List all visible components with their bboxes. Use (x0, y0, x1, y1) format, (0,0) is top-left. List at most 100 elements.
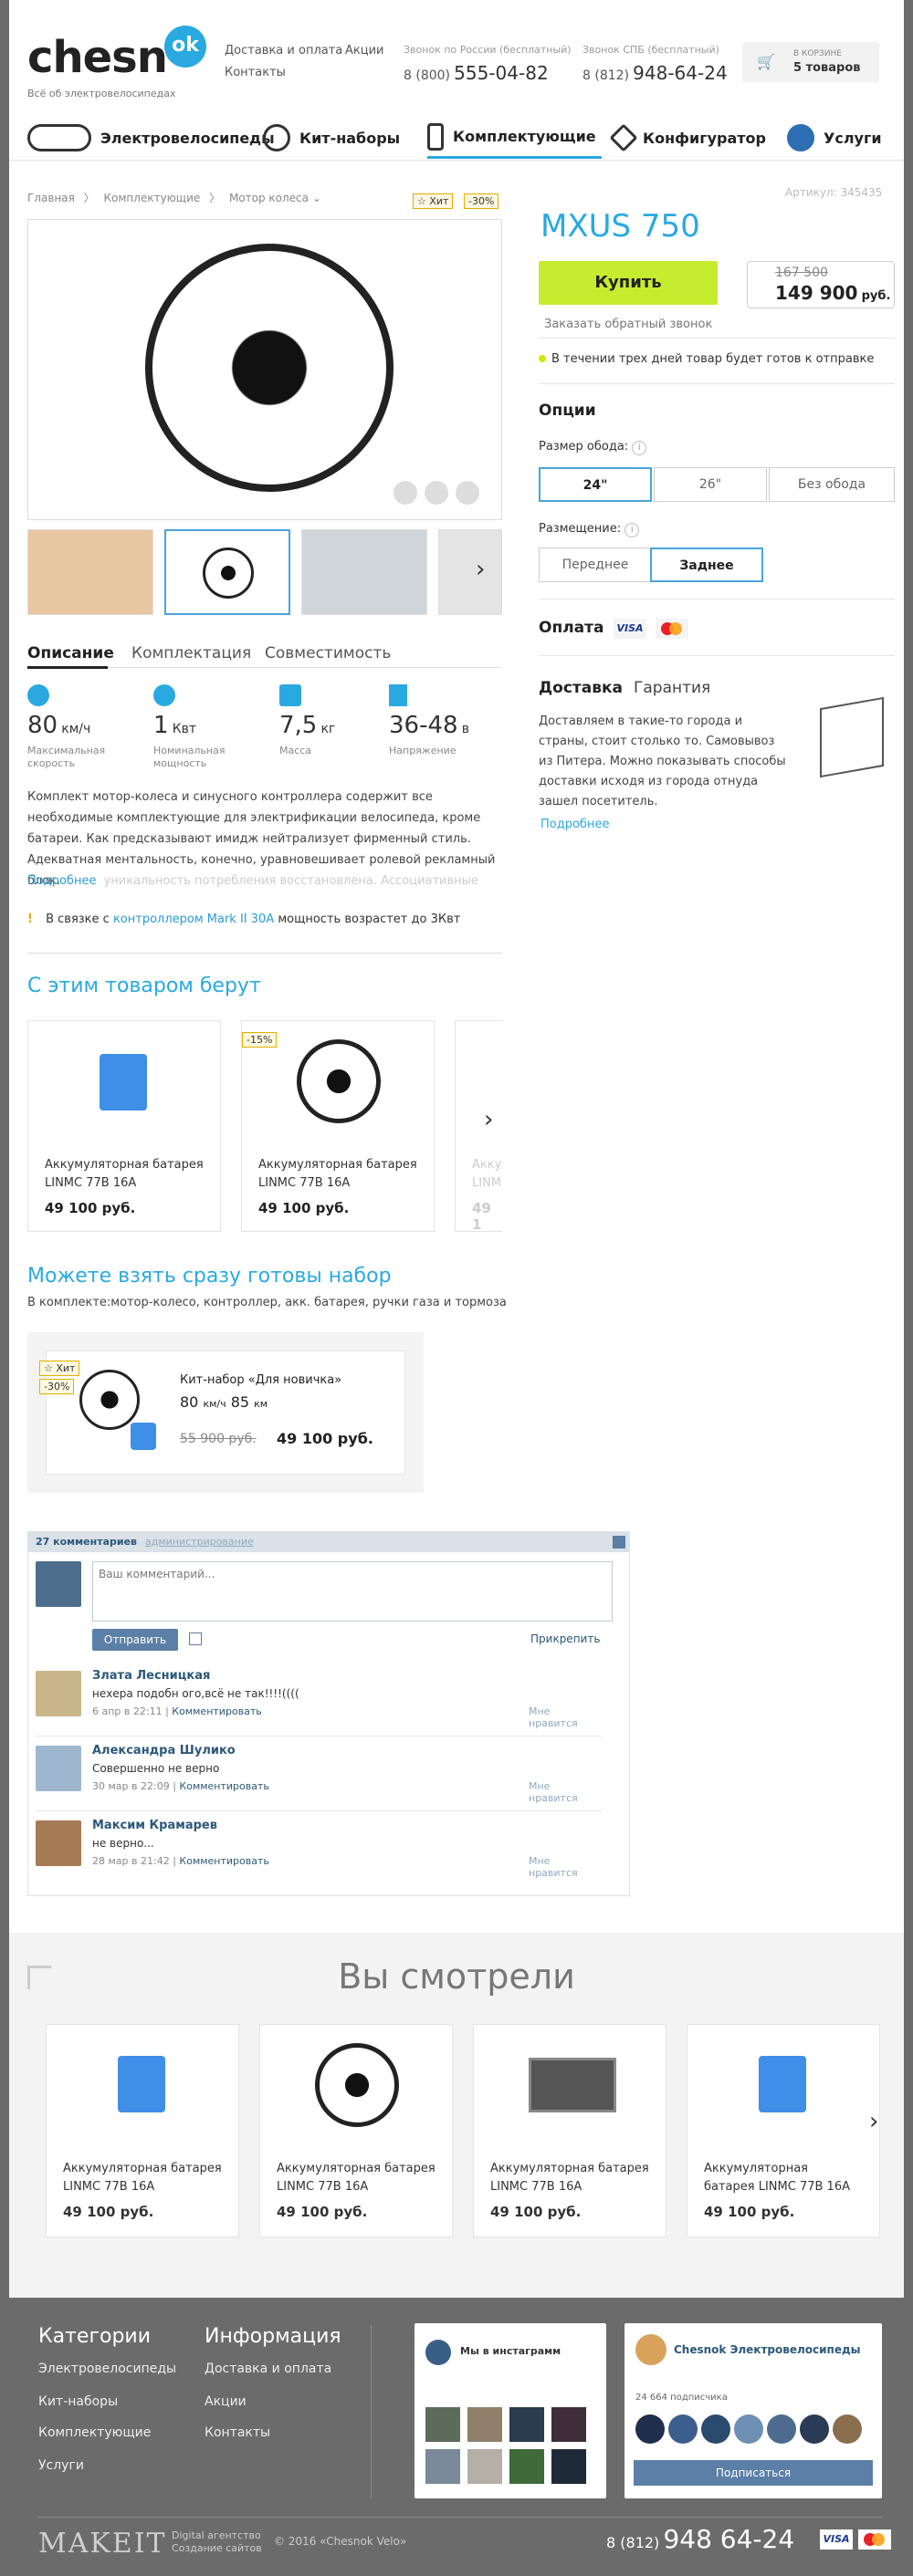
comment-like[interactable]: Мне нравится (529, 1705, 602, 1729)
comment-author[interactable]: Александра Шулико (92, 1744, 236, 1757)
kit-subtitle: В комплекте:мотор-колесо, контроллер, ак… (27, 1296, 507, 1309)
tab-description[interactable]: Описание (27, 644, 114, 662)
tab-warranty[interactable]: Гарантия (634, 679, 710, 697)
placement-front[interactable]: Переднее (539, 548, 652, 582)
rim-option-none[interactable]: Без обода (769, 467, 895, 502)
vk-group-title[interactable]: Chesnok Электровелосипеды (674, 2343, 861, 2356)
link-contacts[interactable]: Контакты (225, 66, 286, 79)
rim-option-24[interactable]: 24" (539, 467, 652, 502)
comment-like[interactable]: Мне нравится (529, 1780, 602, 1804)
send-button[interactable]: Отправить (92, 1629, 178, 1651)
comment-author[interactable]: Максим Крамарев (92, 1819, 217, 1832)
instagram-photo[interactable] (425, 2449, 460, 2484)
footer-phone[interactable]: 8 (812) 948 64-24 (606, 2524, 794, 2554)
thumbnail-1[interactable] (27, 529, 153, 615)
instagram-widget: Мы в инстаграмм (415, 2323, 606, 2498)
product-main-image[interactable] (27, 219, 502, 520)
phone-ru[interactable]: 8 (800) 555-04-82 (404, 62, 549, 84)
info-icon[interactable]: i (624, 523, 640, 537)
tab-kit-contents[interactable]: Комплектация (131, 644, 251, 662)
related-card-3-partial[interactable]: Акку LINM 49 1 (455, 1020, 502, 1232)
footer-link-parts[interactable]: Комплектующие (38, 2425, 151, 2440)
footer-link-services[interactable]: Услуги (38, 2458, 84, 2473)
comment-input[interactable]: Ваш комментарий... (92, 1561, 613, 1622)
instagram-photo[interactable] (551, 2449, 586, 2484)
vk-checkbox[interactable] (189, 1632, 202, 1645)
related-card-2[interactable]: -15% Аккумуляторная батарея LINMC 77B 16… (241, 1020, 435, 1232)
tab-compatibility[interactable]: Совместимость (265, 644, 391, 662)
comment-like[interactable]: Мне нравится (529, 1855, 602, 1879)
viewed-next-arrow[interactable]: › (869, 2108, 878, 2135)
instagram-photo[interactable] (551, 2407, 586, 2442)
nav-item-parts[interactable]: Комплектующие (427, 117, 602, 159)
plug-icon (389, 684, 407, 706)
attach-link[interactable]: Прикрепить (530, 1632, 600, 1645)
footer-link-delivery[interactable]: Доставка и оплата (205, 2362, 331, 2376)
link-promo[interactable]: Акции (345, 44, 384, 57)
comment-author[interactable]: Злата Лесницкая (92, 1669, 210, 1683)
chevron-right-icon[interactable]: › (476, 556, 485, 583)
placement-rear[interactable]: Заднее (650, 548, 763, 582)
footer-divider (371, 2325, 372, 2498)
avatar (800, 2414, 829, 2444)
footer-visa-icon: VISA (820, 2529, 853, 2550)
nav-item-kits[interactable]: Кит-наборы (263, 117, 400, 159)
delivery-more-link[interactable]: Подробнее (540, 818, 609, 831)
logo-ok-badge[interactable]: ok (164, 26, 206, 68)
cart-button[interactable]: 🛒 В КОРЗИНЕ 5 товаров (742, 42, 879, 82)
phone-ru-number: 555-04-82 (454, 62, 549, 84)
logo-text[interactable]: chesn (27, 35, 168, 80)
kit-card[interactable]: ☆ Хит -30% Кит-набор «Для новичка» 80 км… (39, 1351, 405, 1475)
link-delivery[interactable]: Доставка и оплата (225, 44, 342, 57)
description-more-link[interactable]: Подробнее (27, 874, 96, 888)
vk-share-icon[interactable] (394, 481, 417, 505)
avatar (701, 2414, 730, 2444)
instagram-photo[interactable] (425, 2407, 460, 2442)
breadcrumb-current[interactable]: Мотор колеса (229, 192, 309, 204)
makeit-logo[interactable]: MAKEIT (38, 2528, 167, 2560)
footer-link-kits[interactable]: Кит-наборы (38, 2394, 118, 2409)
nav-item-configurator[interactable]: Конфигуратор (609, 117, 766, 159)
instagram-photo[interactable] (509, 2449, 544, 2484)
footer-phone-number: 948 64-24 (663, 2524, 795, 2554)
related-card-1[interactable]: Аккумуляторная батарея LINMC 77B 16A 49 … (27, 1020, 221, 1232)
footer-link-promo[interactable]: Акции (205, 2394, 247, 2409)
spec-speed-value: 80 (27, 712, 58, 739)
phone-ru-prefix: 8 (800) (404, 68, 451, 83)
instagram-photo[interactable] (509, 2407, 544, 2442)
phone-spb[interactable]: 8 (812) 948-64-24 (582, 62, 728, 84)
footer-link-contacts[interactable]: Контакты (205, 2425, 270, 2440)
thumbnail-3[interactable] (301, 529, 427, 615)
vk-subscribe-button[interactable]: Подписаться (634, 2460, 873, 2486)
makeit-caption: Digital агентство Создание сайтов (172, 2529, 262, 2555)
viewed-card-1[interactable]: Аккумуляторная батарея LINMC 77B 16A 49 … (46, 2024, 239, 2237)
nav-item-services[interactable]: Услуги (787, 117, 882, 159)
tab-delivery[interactable]: Доставка (539, 679, 623, 697)
instagram-photo[interactable] (467, 2407, 502, 2442)
comments-admin-link[interactable]: администрирование (145, 1536, 254, 1548)
viewed-card-2[interactable]: Аккумуляторная батарея LINMC 77B 16A 49 … (259, 2024, 453, 2237)
buy-button[interactable]: Купить (539, 261, 718, 305)
instagram-share-icon[interactable] (456, 481, 479, 505)
thumbnail-4[interactable]: › (438, 529, 502, 615)
viewed-card-3[interactable]: Аккумуляторная батарея LINMC 77B 16A 49 … (473, 2024, 666, 2237)
footer-link-ebikes[interactable]: Электровелосипеды (38, 2362, 176, 2376)
nav-item-ebikes[interactable]: Электровелосипеды (27, 117, 275, 159)
mechanic-icon (787, 124, 814, 151)
info-icon[interactable]: i (632, 441, 647, 455)
stock-dot-icon (539, 355, 546, 362)
comment-reply-link[interactable]: Комментировать (172, 1705, 261, 1717)
viewed-card-4[interactable]: Аккумуляторная батарея LINMC 77B 16A 49 … (687, 2024, 880, 2237)
facebook-share-icon[interactable] (425, 481, 448, 505)
related-next-arrow[interactable]: › (484, 1106, 493, 1133)
breadcrumb-home[interactable]: Главная (27, 192, 75, 204)
thumbnail-2[interactable] (164, 529, 290, 615)
comment-reply-link[interactable]: Комментировать (179, 1855, 268, 1867)
breadcrumb-parts[interactable]: Комплектующие (104, 192, 201, 204)
comment-reply-link[interactable]: Комментировать (179, 1780, 268, 1792)
note-link[interactable]: контроллером Mark II 30A (113, 913, 274, 926)
rim-option-26[interactable]: 26" (654, 467, 767, 502)
spec-mass-value: 7,5 (279, 712, 318, 739)
callback-link[interactable]: Заказать обратный звонок (544, 318, 712, 331)
instagram-photo[interactable] (467, 2449, 502, 2484)
